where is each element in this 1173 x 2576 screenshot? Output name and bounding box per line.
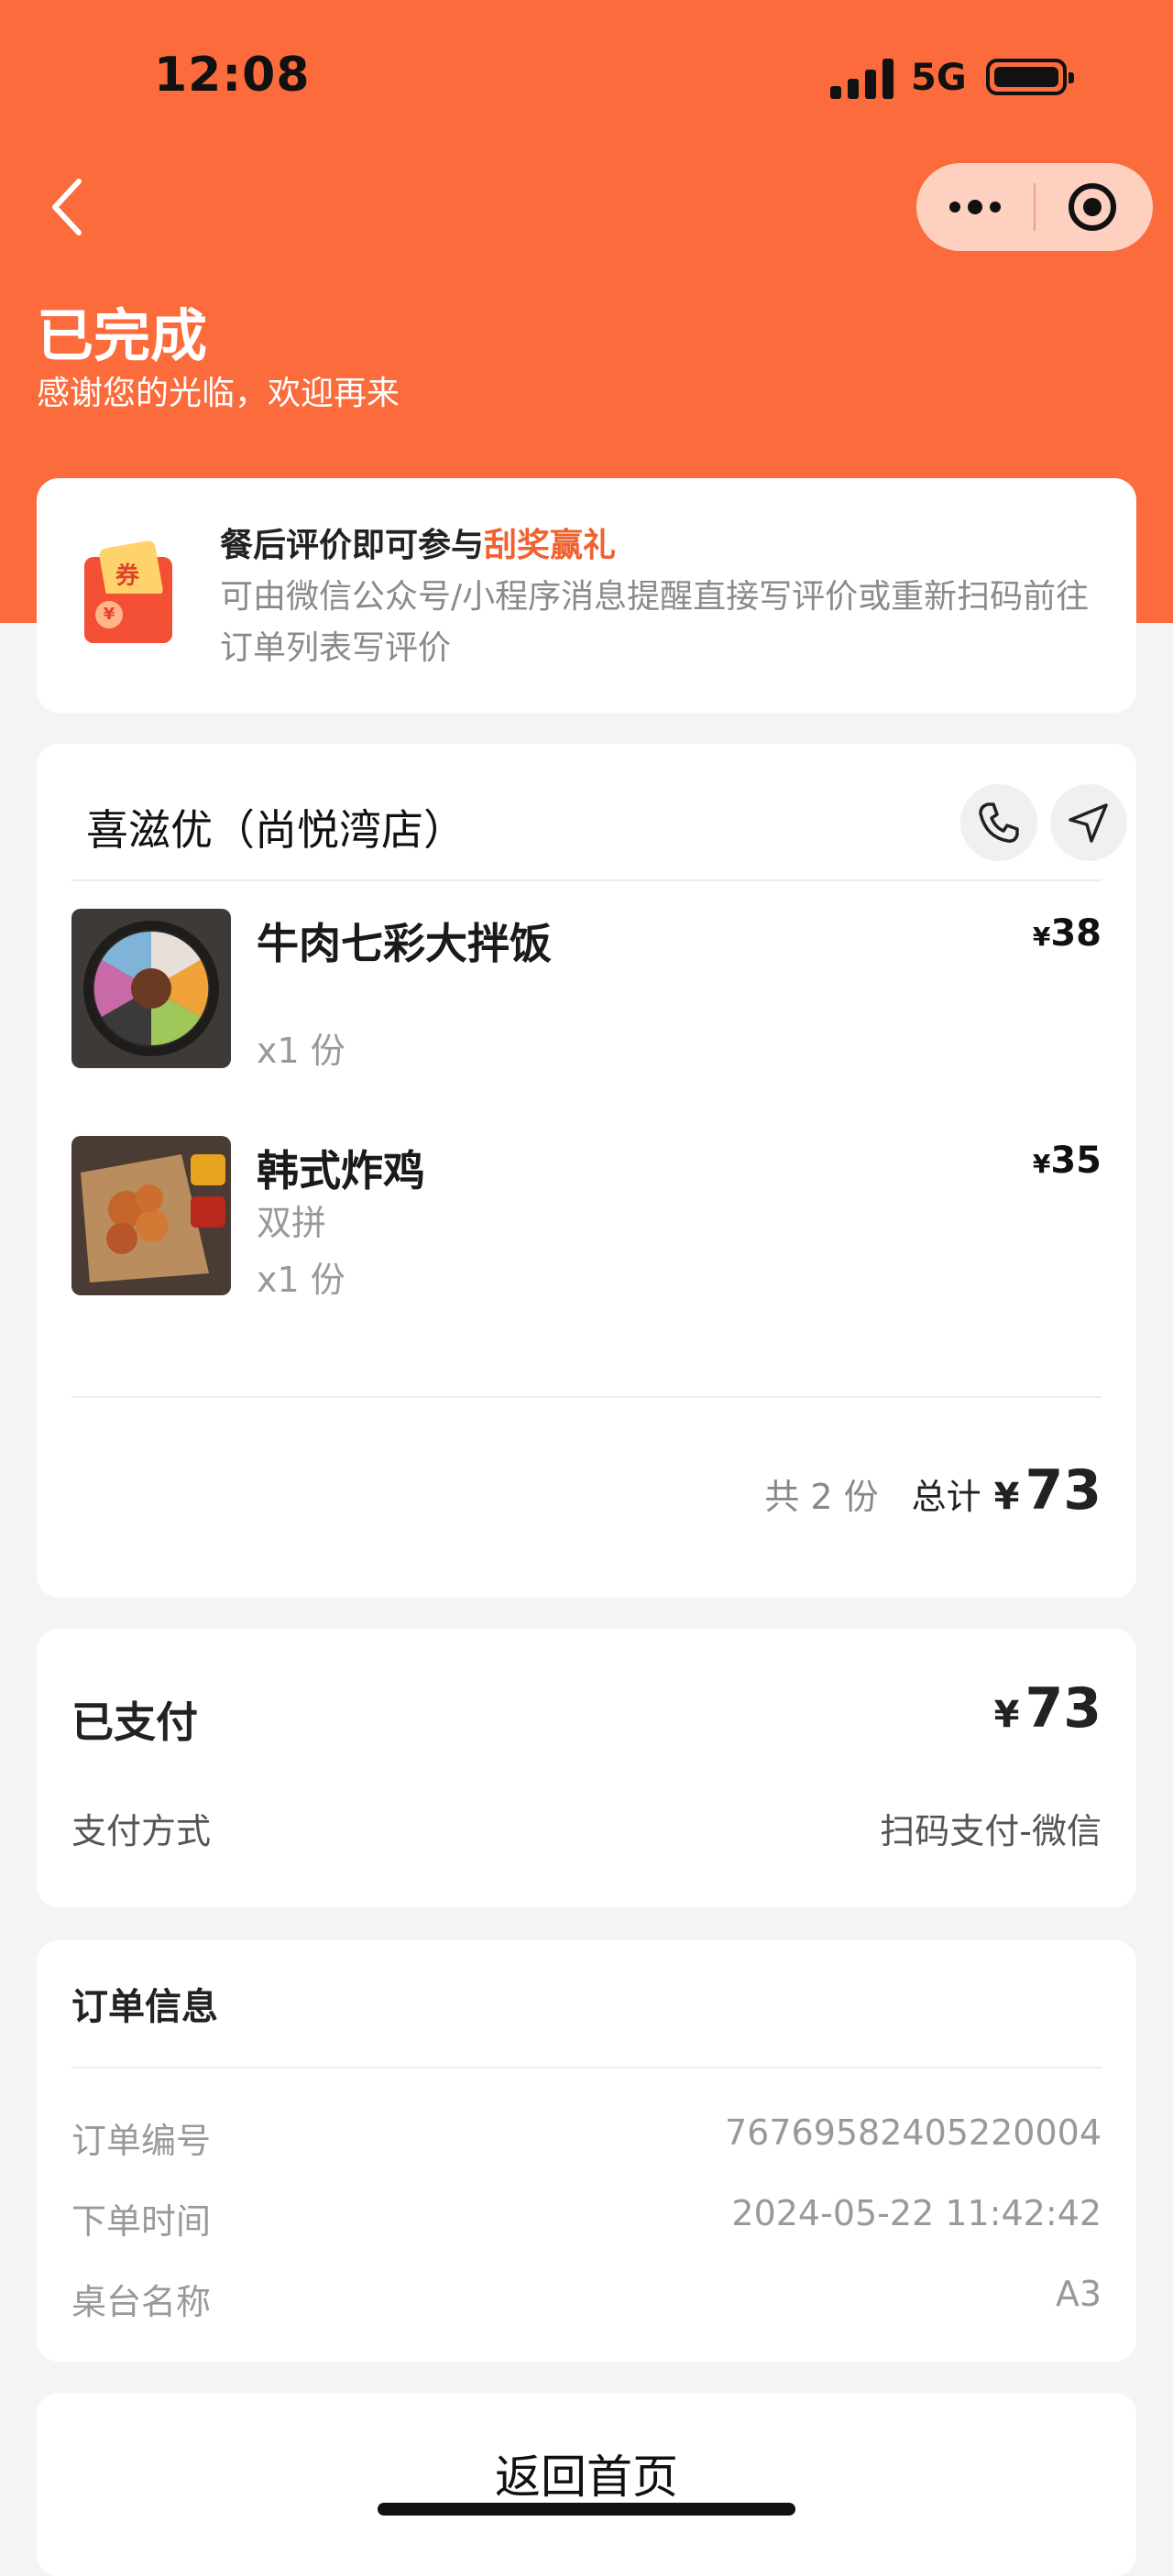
- promo-description: 可由微信公众号/小程序消息提醒直接写评价或重新扫码前往订单列表写评价: [220, 578, 1090, 667]
- signal-icon: [830, 59, 894, 99]
- back-button[interactable]: [42, 170, 97, 244]
- item-image-fried-chicken: [71, 1136, 231, 1295]
- promo-highlight: 刮奖赢礼: [484, 527, 617, 564]
- review-promo-card[interactable]: 券 ¥ 餐后评价即可参与刮奖赢礼 可由微信公众号/小程序消息提醒直接写评价或重新…: [37, 478, 1136, 713]
- back-to-home-button[interactable]: 返回首页: [37, 2440, 1136, 2506]
- item-name: 韩式炸鸡: [257, 1146, 425, 1195]
- call-button[interactable]: [960, 784, 1037, 861]
- divider: [71, 2067, 1102, 2068]
- more-button[interactable]: [916, 163, 1034, 251]
- info-value-order-number: 76769582405220004: [724, 2112, 1102, 2153]
- total-amount: 73: [1025, 1458, 1102, 1523]
- payment-card: 已支付 ¥73 支付方式 扫码支付-微信: [37, 1629, 1136, 1907]
- network-label: 5G: [911, 57, 967, 99]
- coupon-label: 券: [115, 562, 140, 590]
- status-time: 12:08: [154, 48, 311, 103]
- item-option: 双拼: [257, 1203, 327, 1243]
- yen-coin: ¥: [95, 601, 123, 628]
- info-value-order-time: 2024-05-22 11:42:42: [731, 2193, 1102, 2233]
- item-count: 共 2 份: [764, 1477, 879, 1517]
- shop-name: 喜滋优（尚悦湾店）: [86, 805, 466, 855]
- order-totals: 共 2 份 总计 ¥ 73: [764, 1458, 1102, 1523]
- payment-method-value: 扫码支付-微信: [880, 1811, 1102, 1851]
- home-card: 返回首页: [37, 2393, 1136, 2576]
- item-image-bibimbap: [71, 909, 231, 1068]
- more-dots-icon: [949, 202, 960, 213]
- info-label-order-number: 订单编号: [71, 2121, 212, 2161]
- item-price: ¥38: [1032, 912, 1102, 955]
- payment-status: 已支付: [71, 1697, 198, 1747]
- close-miniprogram-button[interactable]: [1069, 183, 1116, 231]
- payment-method-label: 支付方式: [71, 1811, 212, 1851]
- total-label: 总计: [911, 1477, 981, 1517]
- miniprogram-capsule: [916, 163, 1153, 251]
- info-label-order-time: 下单时间: [71, 2201, 212, 2242]
- divider: [71, 1396, 1102, 1398]
- navigation-icon: [1069, 803, 1108, 843]
- phone-icon: [979, 802, 1019, 843]
- chevron-left-icon: [52, 179, 82, 235]
- order-card: 喜滋优（尚悦湾店） 牛肉七彩大拌饭 x1 份 ¥38 韩式炸鸡 双拼 x1 份 …: [37, 744, 1136, 1598]
- item-quantity: x1 份: [257, 1031, 345, 1071]
- payment-amount: ¥73: [993, 1676, 1102, 1741]
- status-bar: 12:08 5G: [0, 0, 1173, 156]
- info-value-table: A3: [1055, 2274, 1102, 2314]
- divider: [71, 879, 1102, 881]
- item-name: 牛肉七彩大拌饭: [257, 919, 552, 968]
- item-quantity: x1 份: [257, 1260, 345, 1300]
- page-title: 已完成: [37, 302, 208, 369]
- home-indicator[interactable]: [378, 2503, 795, 2516]
- info-label-table: 桌台名称: [71, 2282, 212, 2322]
- battery-icon: [986, 59, 1074, 95]
- page-subtitle: 感谢您的光临，欢迎再来: [37, 375, 400, 412]
- item-price: ¥35: [1032, 1140, 1102, 1182]
- red-envelope-icon: 券 ¥: [84, 540, 172, 643]
- promo-title: 餐后评价即可参与刮奖赢礼: [220, 527, 617, 564]
- order-info-card: 订单信息 订单编号 76769582405220004 下单时间 2024-05…: [37, 1940, 1136, 2362]
- order-info-title: 订单信息: [71, 1986, 218, 2028]
- navigate-button[interactable]: [1050, 784, 1127, 861]
